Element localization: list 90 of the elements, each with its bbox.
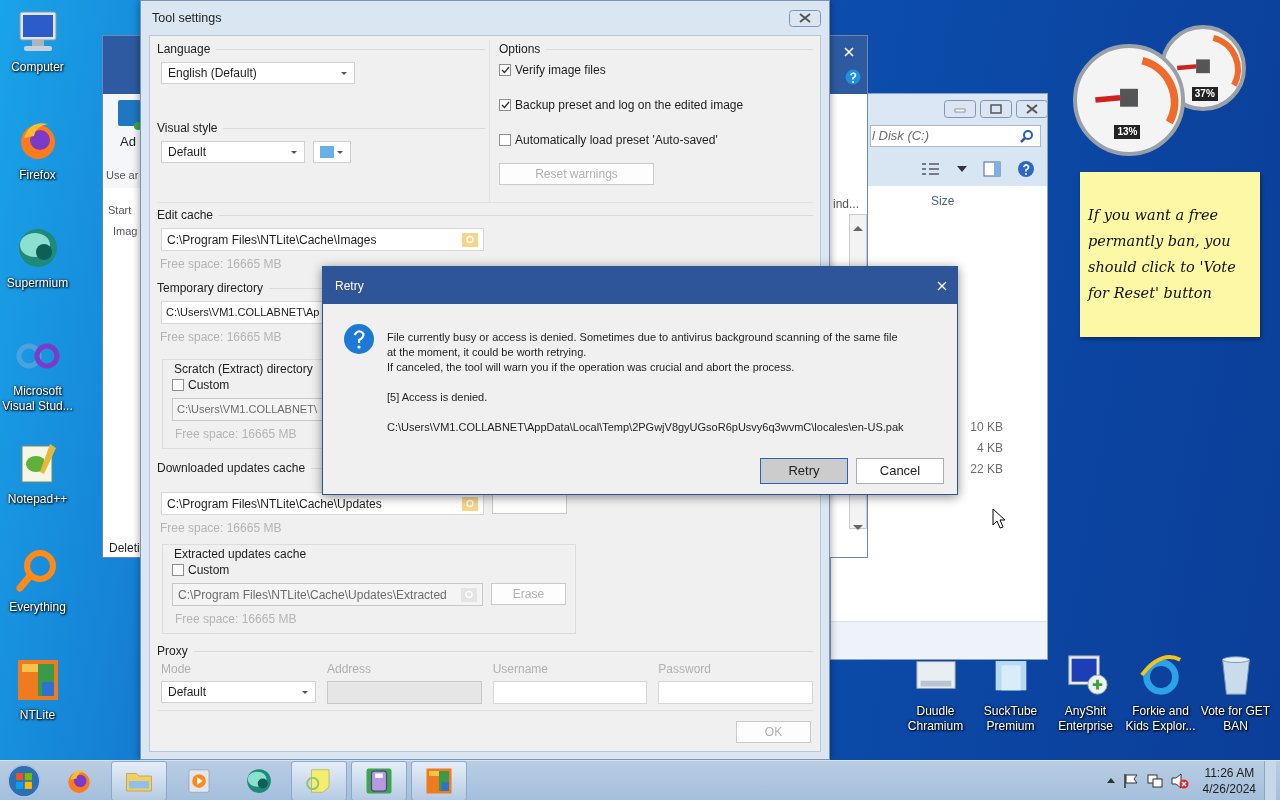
- checkbox[interactable]: [499, 133, 511, 146]
- field-label: Username: [492, 661, 550, 678]
- network-icon[interactable]: [1146, 772, 1163, 789]
- checkbox[interactable]: [499, 63, 511, 76]
- dropdown[interactable]: Default: [161, 141, 305, 163]
- icon-label[interactable]: NTLite: [0, 708, 75, 723]
- search-field[interactable]: l Disk (C:): [870, 125, 1041, 147]
- field-label: Password: [658, 661, 713, 678]
- color-swatch: [320, 146, 334, 158]
- free-space-text: Free space: 16665 MB: [159, 256, 282, 273]
- maximize-icon[interactable]: [980, 100, 1012, 118]
- clock-time: 11:26 AM: [1203, 764, 1256, 781]
- start-orb-icon[interactable]: [5, 761, 43, 800]
- checkbox[interactable]: [172, 379, 184, 391]
- help-icon[interactable]: [1017, 160, 1035, 178]
- section-label: Options: [499, 41, 541, 58]
- field-label: Mode: [161, 661, 193, 678]
- path-field[interactable]: C:\Program Files\NTLite\Cache\Updates: [161, 492, 484, 515]
- path-field[interactable]: C:\Users\VM1.COLLABNET\Ap: [161, 301, 325, 324]
- note-text: If you want a free permantly ban, you should click to 'Vote for Reset' button: [1088, 206, 1237, 303]
- table-cell-text: 10 KB: [969, 419, 1003, 436]
- close-icon[interactable]: [1016, 100, 1048, 118]
- text-fragment: Start: [108, 203, 132, 218]
- section-label: Temporary directory: [157, 280, 264, 297]
- text-field[interactable]: [658, 681, 813, 704]
- checkbox-label[interactable]: Automatically load preset 'Auto-saved': [515, 130, 718, 149]
- section-label: Edit cache: [157, 207, 214, 224]
- view-icon[interactable]: [921, 162, 941, 176]
- checkbox-label[interactable]: Custom: [188, 561, 230, 579]
- text-fragment: Use ar: [106, 168, 139, 183]
- clock-date: 4/26/2024: [1202, 780, 1256, 797]
- dialog-message: File currently busy or access is denied. Sometimes due to antivirus background scanning of the same file at the moment, it could be worth retrying. If canceled, the tool will warn you if the operation was crucial and abort the process.: [387, 330, 899, 375]
- table-cell-text: 4 KB: [976, 440, 1003, 457]
- free-space-text: Free space: 16665 MB: [174, 426, 297, 443]
- checkbox-label[interactable]: Backup preset and log on the edited image: [515, 95, 744, 114]
- checkbox-label[interactable]: Verify image files: [515, 60, 606, 79]
- text-field[interactable]: [492, 681, 648, 704]
- clock[interactable]: 11:26 AM 4/26/2024: [1202, 764, 1256, 797]
- icon-label[interactable]: Everything: [0, 600, 75, 615]
- taskbar-button[interactable]: [411, 760, 467, 800]
- table-cell-text: 22 KB: [969, 461, 1003, 478]
- caret-icon[interactable]: [957, 166, 967, 172]
- dialog-button[interactable]: Retry: [760, 458, 848, 484]
- taskbar-button[interactable]: [351, 760, 407, 800]
- dropdown[interactable]: Default: [161, 681, 316, 703]
- section-label: Visual style: [157, 120, 218, 137]
- dialog-title: Retry: [335, 277, 364, 295]
- field-label: Address: [327, 661, 373, 678]
- icon-label[interactable]: Vote for GET BAN: [1198, 704, 1273, 734]
- cursor-icon: [992, 508, 1006, 529]
- window-title: Tool settings: [152, 9, 222, 27]
- column-header[interactable]: Size: [931, 192, 955, 210]
- close-icon[interactable]: [789, 9, 821, 27]
- section-label: Downloaded updates cache: [157, 460, 306, 477]
- scroll-down-icon[interactable]: [852, 523, 864, 532]
- search-icon: [1020, 129, 1034, 143]
- dropdown[interactable]: English (Default): [161, 62, 355, 84]
- add-image-icon[interactable]: [118, 100, 141, 130]
- dialog-button[interactable]: Cancel: [856, 458, 944, 484]
- free-space-text: Free space: 16665 MB: [159, 520, 282, 537]
- caret-icon: [301, 689, 309, 695]
- icon-label[interactable]: SuckTube Premium: [973, 704, 1048, 734]
- text-fragment: Deleti: [109, 540, 140, 557]
- text-fragment: ind...: [833, 196, 859, 213]
- path-field[interactable]: C:\Program Files\NTLite\Cache\Images: [161, 228, 484, 251]
- flag-icon[interactable]: [1122, 772, 1139, 789]
- icon-label[interactable]: AnyShit Enterprise: [1048, 704, 1123, 734]
- checkbox-label[interactable]: Custom: [188, 376, 230, 394]
- error-text: [5] Access is denied.: [387, 390, 489, 405]
- caret-icon: [340, 70, 348, 76]
- help-icon[interactable]: [845, 68, 861, 85]
- volume-muted-icon[interactable]: [1170, 772, 1189, 789]
- free-space-text: Free space: 16665 MB: [174, 611, 297, 628]
- checkbox[interactable]: [172, 564, 184, 576]
- ribbon-button-label[interactable]: Ad: [120, 132, 136, 152]
- sticky-note[interactable]: If you want a free permantly ban, you should click to 'Vote for Reset' button: [1080, 172, 1260, 337]
- icon-label[interactable]: Duudle Chramium: [898, 704, 973, 734]
- section-label: Language: [157, 41, 211, 58]
- color-picker[interactable]: [313, 141, 351, 163]
- chevron-up-icon[interactable]: [1106, 778, 1115, 783]
- caret-icon[interactable]: [336, 149, 344, 155]
- icon-label[interactable]: Forkie and Kids Explor...: [1123, 704, 1198, 734]
- text-fragment: Imag: [113, 224, 138, 239]
- checkbox[interactable]: [499, 98, 511, 111]
- scroll-up-icon[interactable]: [852, 223, 864, 232]
- caret-icon: [290, 149, 298, 155]
- question-icon: [343, 323, 375, 355]
- section-label: Proxy: [157, 643, 188, 660]
- file-path-text: C:\Users\VM1.COLLABNET\AppData\Local\Temp\2PGwjV8gyUGsoR6pUsvy6q3wvmC\locales\en-US.pak: [387, 420, 904, 435]
- free-space-text: Free space: 16665 MB: [159, 329, 282, 346]
